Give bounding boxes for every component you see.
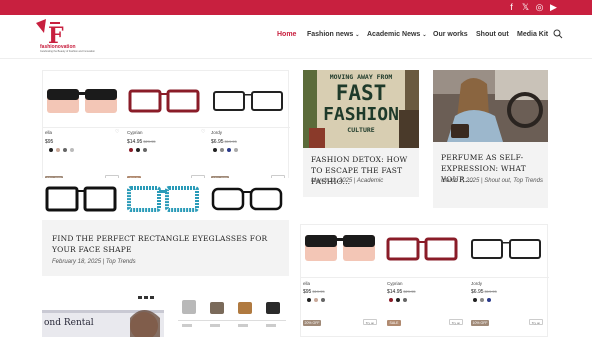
poster-fast-word: FAST xyxy=(336,81,387,105)
color-swatch[interactable] xyxy=(473,298,477,302)
color-swatch[interactable] xyxy=(307,298,311,302)
black-thin-glasses-image xyxy=(213,91,283,111)
product-name: Cyprian xyxy=(387,281,403,286)
article-meta: March 7, 2025 | Shout out, Top Trends xyxy=(441,178,543,184)
eyeglasses-product-grid[interactable]: ella $95$19.95 Cyprian $14.95$29.95 Jord… xyxy=(300,224,549,337)
rental-bags-image[interactable]: ond Rental xyxy=(42,290,289,337)
product-name: ella xyxy=(303,281,311,286)
product-name: Cyprian xyxy=(127,130,143,135)
try-on-button[interactable]: Try on xyxy=(529,319,543,325)
color-swatch[interactable] xyxy=(129,148,133,152)
article-card[interactable]: FASHION DETOX: HOW TO ESCAPE THE FAST FA… xyxy=(303,148,419,197)
product-price: $14.95$29.95 xyxy=(127,139,156,145)
site-header: F fashionovation Celebrating the Beauty … xyxy=(0,15,592,59)
rectangle-eyeglasses-image[interactable] xyxy=(42,178,289,218)
black-round-rect-glasses-image xyxy=(211,187,283,211)
product-price: $95 xyxy=(45,139,54,145)
color-swatch[interactable] xyxy=(63,148,67,152)
product-price: $95$19.95 xyxy=(303,289,325,295)
article-meta: February 18, 2025 | Top Trends xyxy=(52,259,136,265)
nav-shout-out[interactable]: Shout out xyxy=(476,31,509,38)
rental-website-preview-image: ond Rental xyxy=(42,290,289,337)
color-swatch[interactable] xyxy=(314,298,318,302)
color-swatch[interactable] xyxy=(403,298,407,302)
black-thin-glasses-image xyxy=(471,239,541,259)
nav-our-works[interactable]: Our works xyxy=(433,31,468,38)
red-glasses-image xyxy=(128,89,200,113)
product-name: Jordy xyxy=(211,130,223,135)
color-swatch[interactable] xyxy=(136,148,140,152)
heart-icon[interactable]: ♡ xyxy=(115,129,119,135)
color-swatch[interactable] xyxy=(487,298,491,302)
main-content: ella $95 Cyprian ♡ $14.95$29.95 Jordy ♡ … xyxy=(0,60,592,337)
color-swatch[interactable] xyxy=(220,148,224,152)
black-glasses-image xyxy=(45,186,117,212)
sale-tag: SALE xyxy=(387,320,401,326)
product-name: Jordy xyxy=(471,281,483,286)
color-swatch[interactable] xyxy=(321,298,325,302)
color-swatch[interactable] xyxy=(143,148,147,152)
divider xyxy=(43,127,290,128)
discount-tag: 20% OFF xyxy=(303,320,321,326)
product-name: ella xyxy=(45,130,53,135)
poster-headline: MOVING AWAY FROM xyxy=(330,73,393,81)
color-swatch[interactable] xyxy=(213,148,217,152)
x-twitter-icon[interactable]: 𝕏 xyxy=(520,2,531,13)
fast-fashion-image[interactable]: MOVING AWAY FROM FAST FASHION CULTURE xyxy=(303,70,419,148)
product-price: $6.95$19.95 xyxy=(471,289,497,295)
heart-icon[interactable]: ♡ xyxy=(201,129,205,135)
try-on-button[interactable]: Try on xyxy=(363,319,377,325)
youtube-icon[interactable]: ▶ xyxy=(548,2,559,13)
top-bar: f 𝕏 ◎ ▶ xyxy=(0,0,592,15)
chevron-down-icon: ⌄ xyxy=(422,32,427,38)
turquoise-glasses-image xyxy=(127,186,199,212)
red-glasses-image xyxy=(386,237,458,261)
article-card[interactable]: FIND THE PERFECT RECTANGLE EYEGLASSES FO… xyxy=(42,220,289,276)
color-swatch[interactable] xyxy=(56,148,60,152)
rental-banner-text: ond Rental xyxy=(44,318,94,328)
nav-academic-news[interactable]: Academic News ⌄ xyxy=(367,31,427,38)
chevron-down-icon: ⌄ xyxy=(355,32,360,38)
article-title[interactable]: FIND THE PERFECT RECTANGLE EYEGLASSES FO… xyxy=(52,233,284,255)
black-pink-glasses-image xyxy=(305,235,375,261)
nav-home[interactable]: Home xyxy=(277,31,296,38)
product-price: $6.95$19.95 xyxy=(211,139,237,145)
article-meta: March 11, 2025 | Academic xyxy=(311,178,384,184)
try-on-button[interactable]: Try on xyxy=(449,319,463,325)
product-price: $14.95$29.95 xyxy=(387,289,416,295)
nav-media-kit[interactable]: Media Kit xyxy=(517,31,548,38)
logo-tagline: Celebrating the Beauty of Fashion and In… xyxy=(40,50,95,53)
poster-fashion-word: FASHION xyxy=(323,104,399,125)
fast-fashion-poster-image: MOVING AWAY FROM FAST FASHION CULTURE xyxy=(303,70,419,148)
color-swatch[interactable] xyxy=(70,148,74,152)
color-swatch[interactable] xyxy=(49,148,53,152)
nav-fashion-news[interactable]: Fashion news ⌄ xyxy=(307,31,360,38)
poster-culture-word: CULTURE xyxy=(347,126,374,134)
woman-in-car-image xyxy=(433,70,548,142)
black-pink-glasses-image xyxy=(47,89,117,113)
color-swatch[interactable] xyxy=(396,298,400,302)
instagram-icon[interactable]: ◎ xyxy=(534,2,545,13)
color-swatch[interactable] xyxy=(234,148,238,152)
search-icon[interactable] xyxy=(553,29,563,39)
color-swatch[interactable] xyxy=(480,298,484,302)
perfume-woman-car-image[interactable] xyxy=(433,70,548,142)
color-swatch[interactable] xyxy=(389,298,393,302)
article-card[interactable]: PERFUME AS SELF-EXPRESSION: WHAT YOUR...… xyxy=(433,142,548,208)
facebook-icon[interactable]: f xyxy=(506,2,517,13)
discount-tag: 10% OFF xyxy=(471,320,489,326)
divider xyxy=(301,277,549,278)
color-swatch[interactable] xyxy=(227,148,231,152)
